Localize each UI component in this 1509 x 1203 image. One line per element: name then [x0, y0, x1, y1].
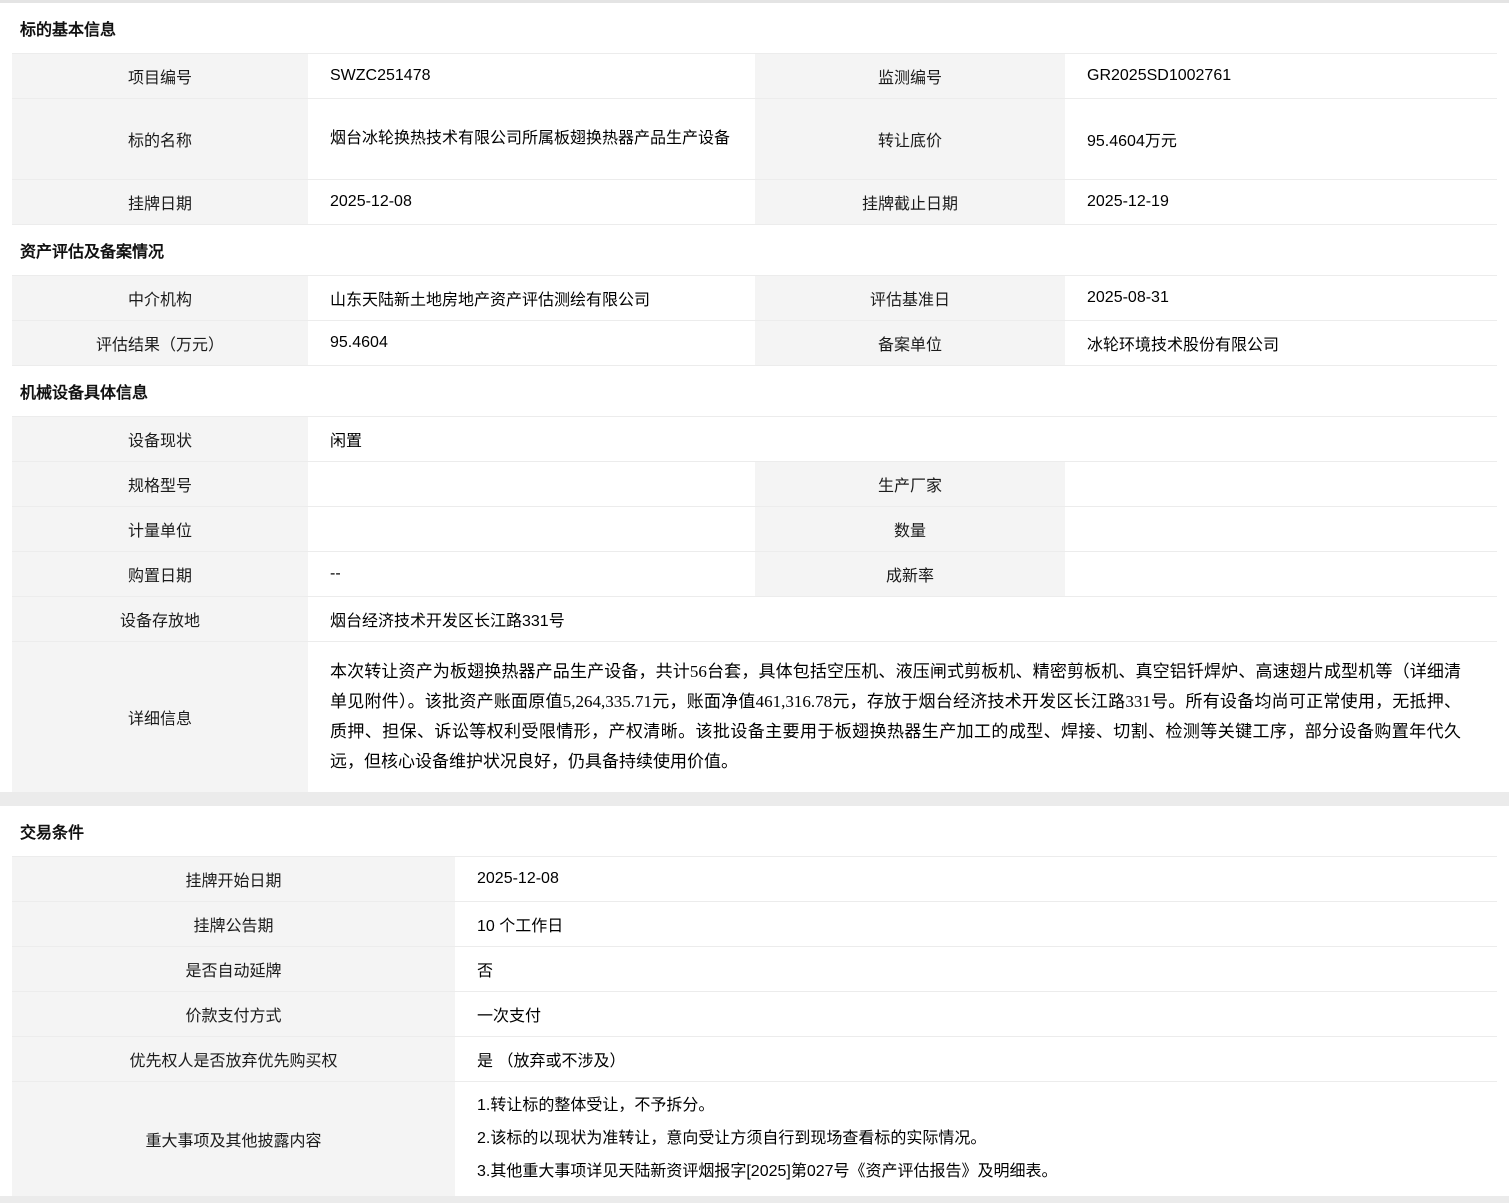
field-label-disclosure: 重大事项及其他披露内容 — [12, 1082, 455, 1196]
field-value-model — [308, 462, 755, 506]
section-title-basic: 标的基本信息 — [12, 3, 1497, 53]
field-label-notice-period: 挂牌公告期 — [12, 902, 455, 946]
section-gap — [0, 792, 1509, 806]
field-label-equipment-status: 设备现状 — [12, 417, 308, 461]
field-label-unit: 计量单位 — [12, 507, 308, 551]
field-value-project-no: SWZC251478 — [308, 54, 755, 98]
table-row-purchase-date: 购置日期 -- 成新率 — [12, 551, 1497, 596]
section-title-conditions: 交易条件 — [12, 806, 1497, 856]
field-label-listing-deadline: 挂牌截止日期 — [755, 180, 1065, 224]
detail-info-paragraph: 本次转让资产为板翅换热器产品生产设备，共计56台套，具体包括空压机、液压闸式剪板… — [330, 651, 1481, 783]
field-value-manufacturer — [1065, 462, 1497, 506]
field-label-manufacturer: 生产厂家 — [755, 462, 1065, 506]
table-row-agency: 中介机构 山东天陆新土地房地产资产评估测绘有限公司 评估基准日 2025-08-… — [12, 275, 1497, 320]
disclosure-lines: 1.转让标的整体受让，不予拆分。 2.该标的以现状为准转让，意向受让方须自行到现… — [477, 1086, 1058, 1192]
trade-conditions-card: 交易条件 挂牌开始日期 2025-12-08 挂牌公告期 10 个工作日 是否自… — [12, 806, 1497, 1196]
page-bottom-divider — [0, 1196, 1509, 1203]
table-row-project-no: 项目编号 SWZC251478 监测编号 GR2025SD1002761 — [12, 53, 1497, 98]
table-row-start-date: 挂牌开始日期 2025-12-08 — [12, 856, 1497, 901]
field-label-detail-info: 详细信息 — [12, 642, 308, 792]
field-label-newness-rate: 成新率 — [755, 552, 1065, 596]
field-label-appraisal-base-date: 评估基准日 — [755, 276, 1065, 320]
table-row-detail-info: 详细信息 本次转让资产为板翅换热器产品生产设备，共计56台套，具体包括空压机、液… — [12, 641, 1497, 792]
table-row-appraisal-result: 评估结果（万元） 95.4604 备案单位 冰轮环境技术股份有限公司 — [12, 320, 1497, 365]
field-value-notice-period: 10 个工作日 — [455, 902, 1497, 946]
field-label-appraisal-result: 评估结果（万元） — [12, 321, 308, 365]
field-value-payment-method: 一次支付 — [455, 992, 1497, 1036]
field-value-quantity — [1065, 507, 1497, 551]
field-label-subject-name: 标的名称 — [12, 99, 308, 179]
field-value-subject-name: 烟台冰轮换热技术有限公司所属板翅换热器产品生产设备 — [308, 99, 755, 179]
field-label-storage-location: 设备存放地 — [12, 597, 308, 641]
field-value-disclosure: 1.转让标的整体受让，不予拆分。 2.该标的以现状为准转让，意向受让方须自行到现… — [455, 1082, 1497, 1196]
field-value-unit — [308, 507, 755, 551]
field-label-priority-waiver: 优先权人是否放弃优先购买权 — [12, 1037, 455, 1081]
field-value-equipment-status: 闲置 — [308, 417, 1497, 461]
table-row-priority-waiver: 优先权人是否放弃优先购买权 是 （放弃或不涉及） — [12, 1036, 1497, 1081]
field-value-purchase-date: -- — [308, 552, 755, 596]
table-row-listing-date: 挂牌日期 2025-12-08 挂牌截止日期 2025-12-19 — [12, 179, 1497, 224]
field-label-filing-unit: 备案单位 — [755, 321, 1065, 365]
disclosure-line-2: 2.该标的以现状为准转让，意向受让方须自行到现场查看标的实际情况。 — [477, 1126, 1058, 1152]
field-value-auto-extend: 否 — [455, 947, 1497, 991]
field-label-floor-price: 转让底价 — [755, 99, 1065, 179]
section-title-equipment: 机械设备具体信息 — [12, 365, 1497, 416]
listing-info-card: 标的基本信息 项目编号 SWZC251478 监测编号 GR2025SD1002… — [12, 3, 1497, 792]
field-value-detail-info: 本次转让资产为板翅换热器产品生产设备，共计56台套，具体包括空压机、液压闸式剪板… — [308, 642, 1497, 792]
field-label-listing-date: 挂牌日期 — [12, 180, 308, 224]
table-row-subject-name: 标的名称 烟台冰轮换热技术有限公司所属板翅换热器产品生产设备 转让底价 95.4… — [12, 98, 1497, 179]
field-value-storage-location: 烟台经济技术开发区长江路331号 — [308, 597, 1497, 641]
field-value-start-date: 2025-12-08 — [455, 857, 1497, 901]
disclosure-line-1: 1.转让标的整体受让，不予拆分。 — [477, 1093, 1058, 1119]
field-value-newness-rate — [1065, 552, 1497, 596]
disclosure-line-3: 3.其他重大事项详见天陆新资评烟报字[2025]第027号《资产评估报告》及明细… — [477, 1159, 1058, 1185]
table-row-payment-method: 价款支付方式 一次支付 — [12, 991, 1497, 1036]
field-label-auto-extend: 是否自动延牌 — [12, 947, 455, 991]
field-label-project-no: 项目编号 — [12, 54, 308, 98]
field-value-filing-unit: 冰轮环境技术股份有限公司 — [1065, 321, 1497, 365]
field-value-priority-waiver: 是 （放弃或不涉及） — [455, 1037, 1497, 1081]
table-row-disclosure: 重大事项及其他披露内容 1.转让标的整体受让，不予拆分。 2.该标的以现状为准转… — [12, 1081, 1497, 1196]
table-row-unit: 计量单位 数量 — [12, 506, 1497, 551]
table-row-auto-extend: 是否自动延牌 否 — [12, 946, 1497, 991]
table-row-notice-period: 挂牌公告期 10 个工作日 — [12, 901, 1497, 946]
field-label-payment-method: 价款支付方式 — [12, 992, 455, 1036]
field-label-quantity: 数量 — [755, 507, 1065, 551]
table-row-model: 规格型号 生产厂家 — [12, 461, 1497, 506]
table-row-equipment-status: 设备现状 闲置 — [12, 416, 1497, 461]
field-value-appraisal-result: 95.4604 — [308, 321, 755, 365]
field-value-listing-date: 2025-12-08 — [308, 180, 755, 224]
field-value-appraisal-base-date: 2025-08-31 — [1065, 276, 1497, 320]
field-label-agency: 中介机构 — [12, 276, 308, 320]
field-label-model: 规格型号 — [12, 462, 308, 506]
field-value-listing-deadline: 2025-12-19 — [1065, 180, 1497, 224]
section-title-appraisal: 资产评估及备案情况 — [12, 224, 1497, 275]
field-label-purchase-date: 购置日期 — [12, 552, 308, 596]
field-label-start-date: 挂牌开始日期 — [12, 857, 455, 901]
field-label-monitor-no: 监测编号 — [755, 54, 1065, 98]
field-value-agency: 山东天陆新土地房地产资产评估测绘有限公司 — [308, 276, 755, 320]
table-row-storage-location: 设备存放地 烟台经济技术开发区长江路331号 — [12, 596, 1497, 641]
field-value-floor-price: 95.4604万元 — [1065, 99, 1497, 179]
field-value-monitor-no: GR2025SD1002761 — [1065, 54, 1497, 98]
